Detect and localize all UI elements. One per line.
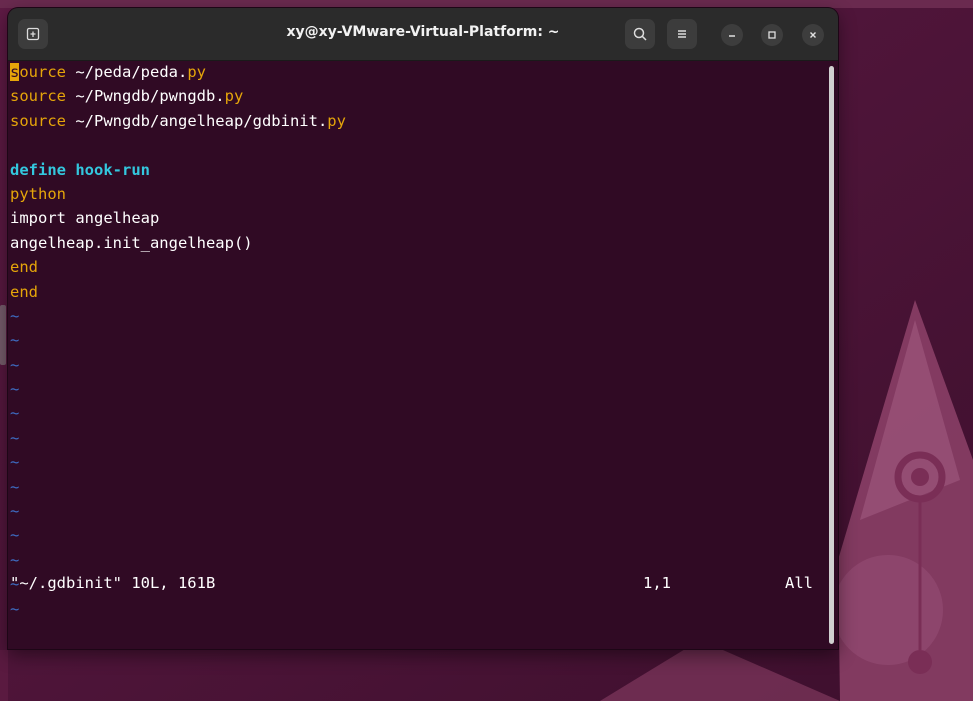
close-icon	[810, 32, 816, 38]
empty-line-tilde: ~	[10, 404, 20, 423]
code-token: py	[224, 87, 244, 106]
minimize-button[interactable]	[721, 24, 743, 46]
code-token: define hook-run	[10, 160, 150, 179]
terminal-window[interactable]: xy@xy-VMware-Virtual-Platform: ~ source …	[8, 8, 838, 649]
file-info: "~/.gdbinit" 10L, 161B	[10, 574, 216, 592]
empty-line-tilde: ~	[10, 502, 20, 521]
code-token: ~/Pwngdb/angelheap/gdbinit.	[66, 111, 328, 130]
code-line: source ~/peda/peda.py	[8, 60, 826, 84]
hamburger-menu-icon	[678, 30, 686, 38]
scrollbar[interactable]	[829, 66, 834, 644]
minimize-icon	[729, 35, 735, 37]
window-title: xy@xy-VMware-Virtual-Platform: ~	[286, 24, 560, 40]
code-token: py	[327, 111, 346, 130]
code-token: end	[10, 282, 38, 301]
code-token: ~/peda/peda.	[66, 63, 188, 81]
code-line: define hook-run	[8, 158, 826, 182]
code-line: source ~/Pwngdb/pwngdb.py	[8, 84, 826, 108]
code-line: angelheap.init_angelheap()	[8, 231, 826, 255]
empty-line-tilde: ~	[10, 599, 20, 618]
empty-line-tilde: ~	[10, 306, 20, 325]
code-token: end	[10, 258, 38, 277]
code-token: import angelheap	[10, 209, 160, 228]
maximize-button[interactable]	[761, 24, 783, 46]
code-token: angelheap.init_angelheap()	[10, 233, 253, 252]
code-token: source	[10, 111, 66, 130]
text-cursor: s	[10, 63, 20, 81]
code-token: ~/Pwngdb/pwngdb.	[66, 87, 225, 106]
code-line: end	[8, 255, 826, 279]
code-line: import angelheap	[8, 206, 826, 230]
search-icon	[633, 27, 647, 41]
code-line: end	[8, 280, 826, 304]
vim-editor[interactable]: source ~/peda/peda.py source ~/Pwngdb/pwn…	[8, 60, 826, 649]
code-token: py	[187, 63, 207, 81]
maximize-icon	[768, 31, 776, 39]
code-token: source	[10, 87, 66, 106]
empty-line-tilde: ~	[10, 477, 20, 496]
search-button[interactable]	[625, 19, 655, 49]
title-bar[interactable]: xy@xy-VMware-Virtual-Platform: ~	[8, 8, 838, 61]
empty-line-tilde: ~	[10, 453, 20, 472]
scroll-position: All	[785, 574, 813, 592]
code-line: python	[8, 182, 826, 206]
empty-line-tilde: ~	[10, 550, 20, 569]
empty-line-tilde: ~	[10, 380, 20, 399]
empty-line-tilde: ~	[10, 526, 20, 545]
empty-line-tilde: ~	[10, 355, 20, 374]
cursor-position: 1,1	[643, 574, 671, 592]
menu-button[interactable]	[667, 19, 697, 49]
empty-line-tilde: ~	[10, 331, 20, 350]
close-button[interactable]	[802, 24, 824, 46]
vim-status-line: "~/.gdbinit" 10L, 161B 1,1 All	[10, 574, 830, 598]
code-token: ource	[19, 63, 67, 81]
code-token: python	[10, 184, 66, 203]
code-line: source ~/Pwngdb/angelheap/gdbinit.py	[8, 109, 826, 133]
empty-line-tilde: ~	[10, 428, 20, 447]
